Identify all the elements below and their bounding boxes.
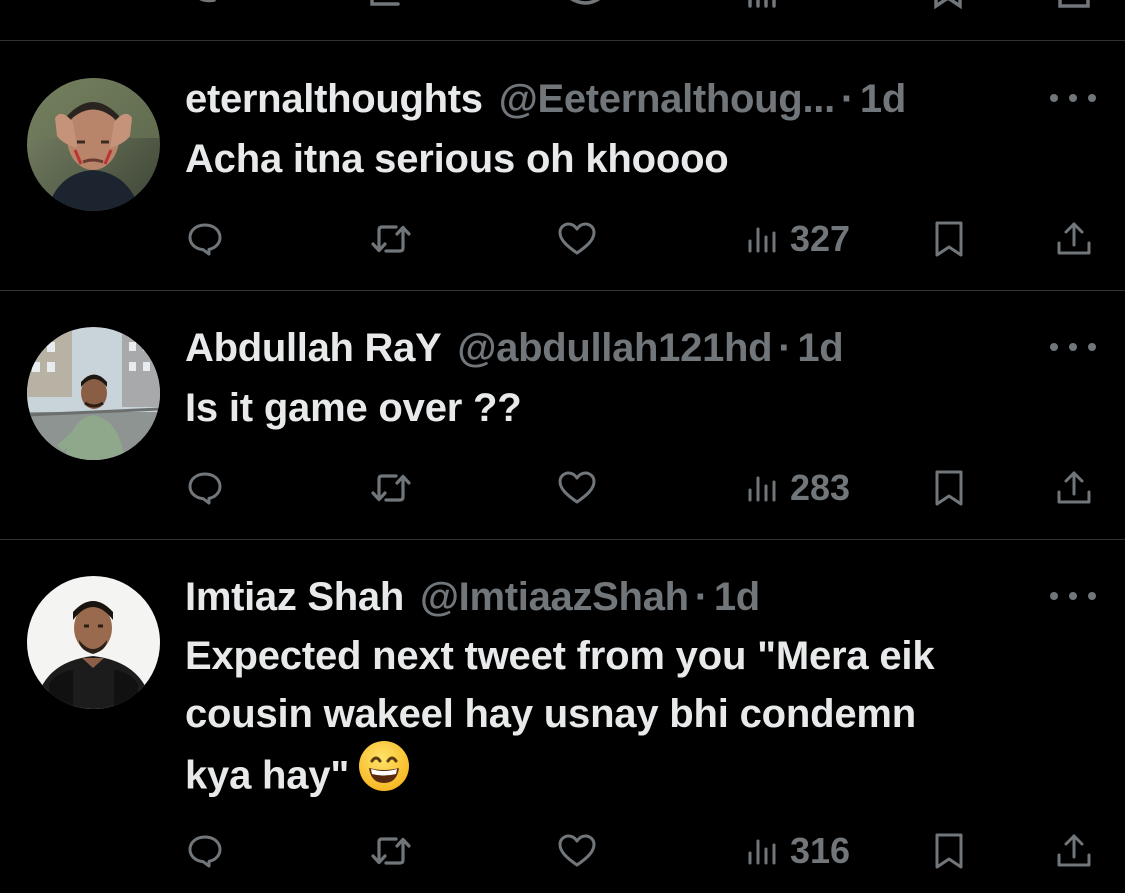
separator-dot: ·: [778, 325, 792, 370]
display-name[interactable]: eternalthoughts: [185, 77, 483, 122]
reply-header: Abdullah RaY @abdullah121hd · 1d: [185, 323, 844, 373]
reply-text-line: kya hay": [185, 753, 350, 798]
retweet-icon: [371, 837, 411, 865]
user-handle[interactable]: @Eeternalthoug...: [499, 77, 835, 122]
share-button[interactable]: [1055, 826, 1093, 876]
views-bar-chart-icon: [748, 476, 776, 502]
like-button[interactable]: [557, 826, 597, 876]
man-green-hoodie-avatar-icon: [27, 327, 160, 460]
retweet-icon: [371, 474, 411, 502]
divider: [0, 290, 1125, 291]
bookmark-icon: [935, 470, 963, 506]
avatar[interactable]: [27, 327, 160, 460]
separator-dot: ·: [694, 574, 708, 619]
retweet-button[interactable]: [370, 826, 412, 876]
user-handle[interactable]: @ImtiaazShah: [420, 575, 689, 620]
bookmark-icon: [935, 221, 963, 257]
views-count: 283: [790, 467, 851, 508]
views-count: 316: [790, 830, 851, 871]
grinning-face-emoji-icon: [357, 739, 411, 809]
views-bar-chart-icon: [748, 839, 776, 865]
avatar[interactable]: [27, 576, 160, 709]
reply-text: Expected next tweet from you "Mera eik c…: [185, 627, 1085, 813]
more-options-icon[interactable]: [1050, 586, 1096, 606]
share-button[interactable]: [1055, 463, 1093, 513]
action-bar: 316: [0, 826, 1125, 876]
like-button[interactable]: [557, 214, 597, 264]
action-bar: 283: [0, 463, 1125, 513]
reply-item[interactable]: Imtiaz Shah @ImtiaazShah · 1d Expected n…: [0, 570, 1125, 893]
more-options-icon[interactable]: [1050, 88, 1096, 108]
man-black-shirt-avatar-icon: [27, 576, 160, 709]
views-button[interactable]: 327: [746, 214, 850, 264]
share-upload-icon: [1057, 471, 1091, 504]
reply-button[interactable]: [187, 214, 223, 264]
reply-text-line: cousin wakeel hay usnay bhi condemn: [185, 692, 916, 736]
separator-dot: ·: [840, 76, 854, 121]
reply-text-line-last: kya hay": [185, 741, 1085, 813]
bookmark-icon: [935, 833, 963, 869]
retweet-icon: [371, 225, 411, 253]
bookmark-button[interactable]: [932, 463, 966, 513]
views-button[interactable]: 283: [746, 463, 850, 513]
more-options-icon[interactable]: [1050, 337, 1096, 357]
share-button[interactable]: [1055, 214, 1093, 264]
previous-tweet-action-icons: [199, 0, 1090, 10]
views-count: 327: [790, 218, 851, 259]
heart-icon: [558, 834, 596, 867]
bookmark-button[interactable]: [932, 214, 966, 264]
views-button[interactable]: 316: [746, 826, 850, 876]
user-handle[interactable]: @abdullah121hd: [457, 326, 772, 371]
reply-bubble-icon: [188, 223, 222, 256]
heart-icon: [558, 471, 596, 504]
retweet-button[interactable]: [370, 463, 412, 513]
reply-bubble-icon: [188, 472, 222, 505]
like-button[interactable]: [557, 463, 597, 513]
reply-header: Imtiaz Shah @ImtiaazShah · 1d: [185, 572, 760, 622]
man-hands-on-head-avatar-icon: [27, 78, 160, 211]
share-upload-icon: [1057, 222, 1091, 255]
avatar[interactable]: [27, 78, 160, 211]
previous-tweet-actions: [0, 0, 1125, 10]
retweet-button[interactable]: [370, 214, 412, 264]
views-bar-chart-icon: [748, 227, 776, 253]
reply-button[interactable]: [187, 463, 223, 513]
timestamp[interactable]: 1d: [860, 77, 906, 122]
reply-bubble-icon: [188, 835, 222, 868]
reply-text: Acha itna serious oh khoooo: [185, 137, 729, 181]
reply-item[interactable]: Abdullah RaY @abdullah121hd · 1d Is it g…: [0, 321, 1125, 539]
divider: [0, 539, 1125, 540]
bookmark-button[interactable]: [932, 826, 966, 876]
display-name[interactable]: Abdullah RaY: [185, 326, 442, 371]
reply-item[interactable]: eternalthoughts @Eeternalthoug... · 1d A…: [0, 72, 1125, 290]
share-upload-icon: [1057, 834, 1091, 867]
timestamp[interactable]: 1d: [797, 326, 843, 371]
divider: [0, 40, 1125, 41]
action-bar: 327: [0, 214, 1125, 264]
reply-text: Is it game over ??: [185, 386, 522, 430]
reply-text-line: Expected next tweet from you "Mera eik: [185, 634, 935, 678]
display-name[interactable]: Imtiaz Shah: [185, 575, 404, 620]
reply-header: eternalthoughts @Eeternalthoug... · 1d: [185, 74, 906, 124]
heart-icon: [558, 222, 596, 255]
reply-thread: eternalthoughts @Eeternalthoug... · 1d A…: [0, 0, 1125, 893]
reply-button[interactable]: [187, 826, 223, 876]
timestamp[interactable]: 1d: [714, 575, 760, 620]
